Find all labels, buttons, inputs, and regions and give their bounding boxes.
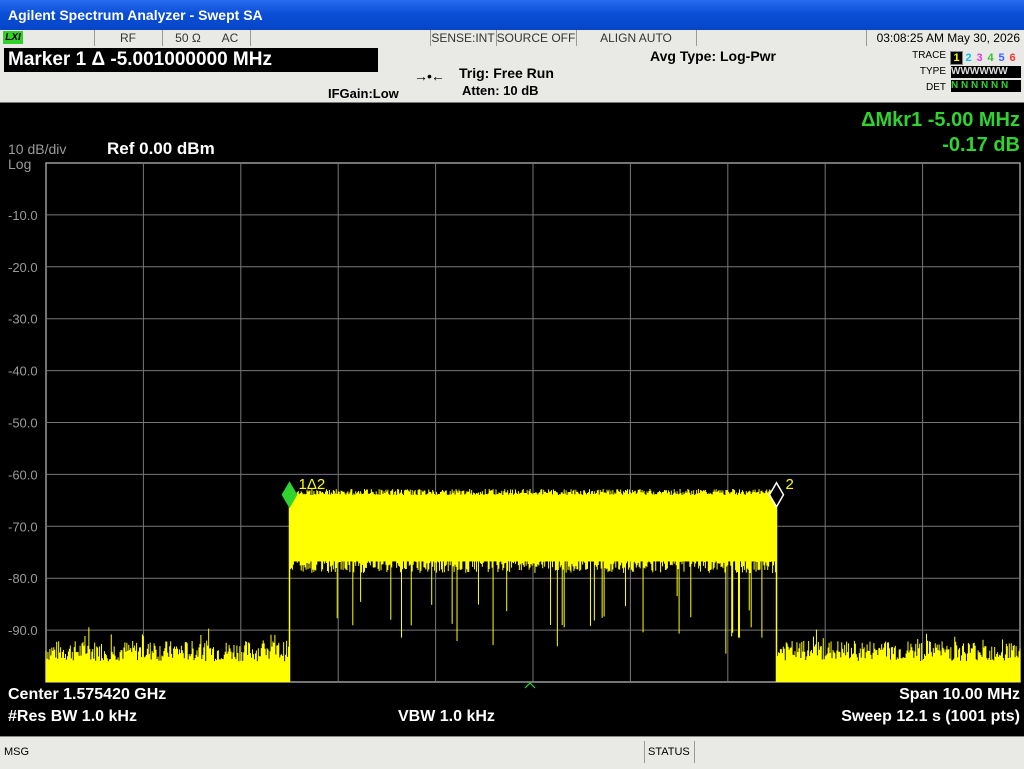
y-tick-label: -60.0 [8,467,38,482]
y-tick-label: -90.0 [8,623,38,638]
y-tick-label: -10.0 [8,208,38,223]
y-tick-label: -40.0 [8,364,38,379]
vbw: VBW 1.0 kHz [398,708,495,725]
y-tick-label: -30.0 [8,312,38,327]
marker-1-label: 1Δ2 [299,476,326,493]
y-tick-label: -70.0 [8,519,38,534]
marker-2-label: 2 [786,476,794,493]
spectrum-plot[interactable]: -10.0 -20.0 -30.0 -40.0 -50.0 -60.0 -70.0 -80.0… [0,0,1024,768]
span: Span 10.00 MHz [899,686,1020,703]
status-field: STATUS [648,741,695,763]
res-bw: #Res BW 1.0 kHz [8,708,137,725]
y-tick-label: -50.0 [8,416,38,431]
sweep: Sweep 12.1 s (1001 pts) [841,708,1020,725]
center-frequency: Center 1.575420 GHz [8,686,167,703]
y-tick-label: -20.0 [8,260,38,275]
center-frequency-caret [524,682,536,689]
message-bar: MSG STATUS [0,736,1024,769]
msg-field: MSG [4,741,645,763]
y-tick-label: -80.0 [8,571,38,586]
